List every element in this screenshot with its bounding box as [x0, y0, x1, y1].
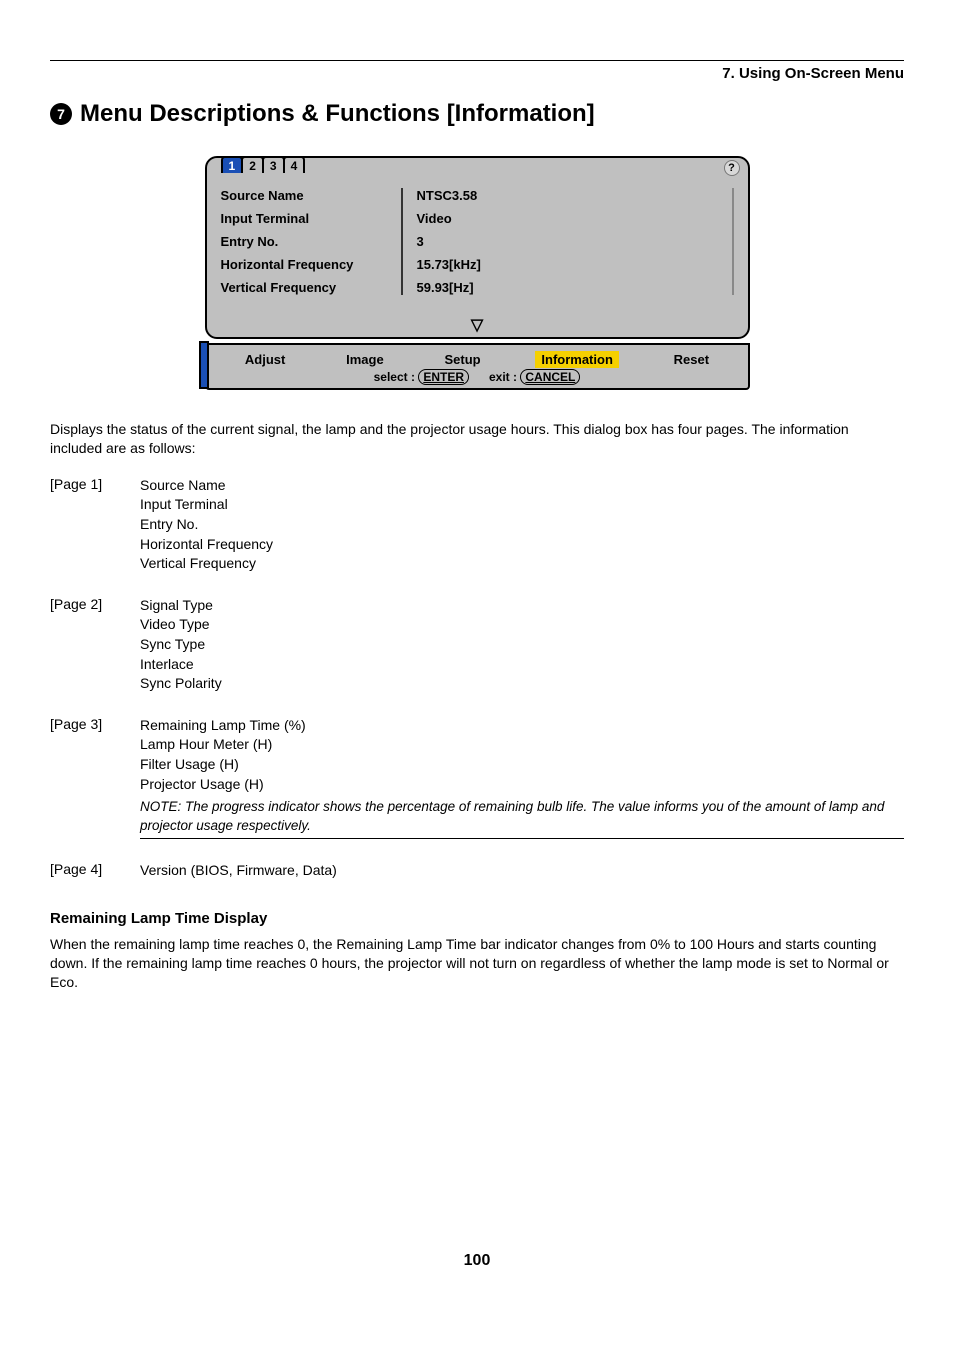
down-arrow-icon[interactable]: ▽	[207, 309, 748, 337]
osd-menu-setup[interactable]: Setup	[438, 351, 486, 368]
cancel-key-hint: CANCEL	[520, 369, 580, 385]
hint-select: select : ENTER	[374, 370, 469, 384]
osd-tab-4[interactable]: 4	[283, 156, 306, 173]
page-note: NOTE: The progress indicator shows the p…	[140, 798, 904, 839]
help-icon[interactable]: ?	[724, 160, 740, 176]
osd-menu-image[interactable]: Image	[340, 351, 390, 368]
osd-row-label: Entry No.	[221, 234, 381, 249]
page-label: [Page 2]	[50, 596, 120, 612]
page-items: Version (BIOS, Firmware, Data)	[140, 861, 904, 881]
page-item: Version (BIOS, Firmware, Data)	[140, 861, 904, 881]
chapter-header: 7. Using On-Screen Menu	[50, 65, 904, 82]
page-items: Signal TypeVideo TypeSync TypeInterlaceS…	[140, 596, 904, 694]
page-block: [Page 3] Remaining Lamp Time (%)Lamp Hour…	[50, 716, 904, 839]
page-block: [Page 1] Source NameInput TerminalEntry N…	[50, 476, 904, 574]
page-item: Signal Type	[140, 596, 904, 616]
page-label: [Page 3]	[50, 716, 120, 732]
section-title: 7 Menu Descriptions & Functions [Informa…	[50, 100, 904, 128]
osd-tab-2[interactable]: 2	[241, 156, 264, 173]
osd-row-value: NTSC3.58	[417, 188, 718, 203]
page-label: [Page 4]	[50, 861, 120, 877]
osd-row-label: Input Terminal	[221, 211, 381, 226]
osd-row-value: 3	[417, 234, 718, 249]
osd-side-tab	[199, 341, 209, 389]
page-item: Remaining Lamp Time (%)	[140, 716, 904, 736]
intro-paragraph: Displays the status of the current signa…	[50, 420, 904, 458]
section-number-badge: 7	[50, 103, 72, 125]
page-item: Horizontal Frequency	[140, 535, 904, 555]
enter-key-hint: ENTER	[418, 369, 469, 385]
page-block: [Page 2] Signal TypeVideo TypeSync TypeIn…	[50, 596, 904, 694]
page-item: Input Terminal	[140, 495, 904, 515]
osd-row-label: Source Name	[221, 188, 381, 203]
page-item: Filter Usage (H)	[140, 755, 904, 775]
osd-menu-reset[interactable]: Reset	[668, 351, 715, 368]
page-item: Vertical Frequency	[140, 554, 904, 574]
page-item: Projector Usage (H)	[140, 775, 904, 795]
osd-dialog: 1234 ? Source NameInput TerminalEntry No…	[205, 156, 750, 390]
osd-menu-information[interactable]: Information	[535, 351, 619, 368]
osd-row-label: Vertical Frequency	[221, 280, 381, 295]
osd-row-value: 59.93[Hz]	[417, 280, 718, 295]
section-title-text: Menu Descriptions & Functions [Informati…	[80, 100, 595, 128]
osd-tab-1[interactable]: 1	[221, 156, 244, 173]
page-item: Sync Polarity	[140, 674, 904, 694]
page-item: Interlace	[140, 655, 904, 675]
page-item: Sync Type	[140, 635, 904, 655]
page-label: [Page 1]	[50, 476, 120, 492]
osd-tab-3[interactable]: 3	[262, 156, 285, 173]
hint-exit: exit : CANCEL	[489, 370, 580, 384]
osd-row-label: Horizontal Frequency	[221, 257, 381, 272]
page-block: [Page 4] Version (BIOS, Firmware, Data)	[50, 861, 904, 881]
page-item: Video Type	[140, 615, 904, 635]
remaining-lamp-subhead: Remaining Lamp Time Display	[50, 910, 904, 927]
page-item: Lamp Hour Meter (H)	[140, 735, 904, 755]
page-items: Remaining Lamp Time (%)Lamp Hour Meter (…	[140, 716, 904, 839]
page-item: Entry No.	[140, 515, 904, 535]
page-number: 100	[50, 1252, 904, 1270]
remaining-lamp-paragraph: When the remaining lamp time reaches 0, …	[50, 935, 904, 992]
osd-row-value: Video	[417, 211, 718, 226]
page-item: Source Name	[140, 476, 904, 496]
page-items: Source NameInput TerminalEntry No.Horizo…	[140, 476, 904, 574]
osd-menu-adjust[interactable]: Adjust	[239, 351, 291, 368]
osd-row-value: 15.73[kHz]	[417, 257, 718, 272]
